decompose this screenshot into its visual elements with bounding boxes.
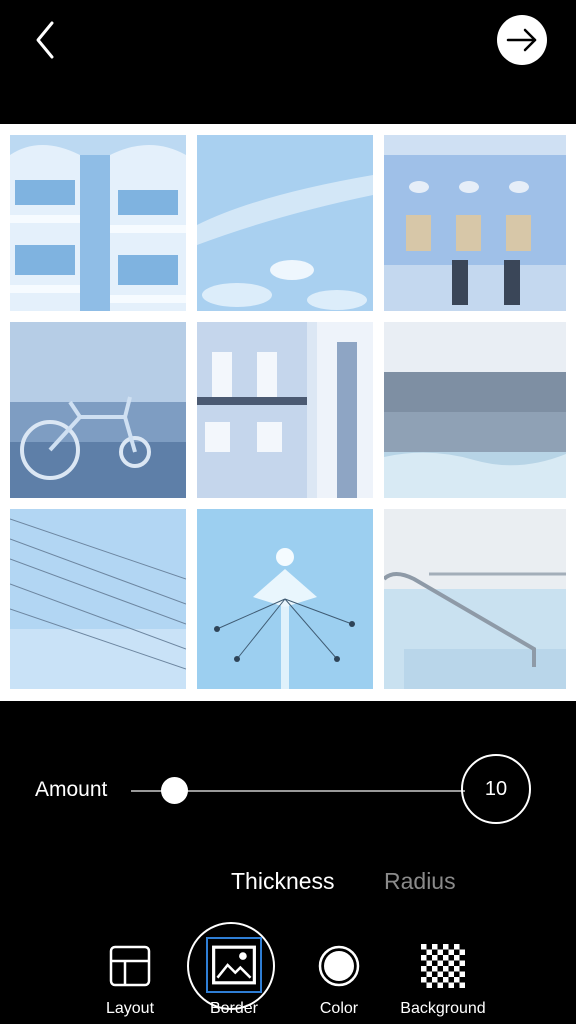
arrow-right-icon (506, 28, 537, 52)
collage-photo-facade[interactable] (384, 135, 566, 311)
amount-value-badge: 10 (461, 754, 531, 824)
back-button[interactable] (28, 18, 68, 62)
toolbar-background[interactable]: Background (388, 940, 498, 1024)
collage-photo-bicycle[interactable] (10, 322, 186, 498)
amount-value: 10 (484, 777, 508, 800)
amount-slider-thumb[interactable] (160, 777, 188, 804)
collage-preview (0, 124, 576, 701)
border-subtabs: Thickness Radius (0, 868, 576, 902)
toolbar-border-label: Border (209, 1000, 259, 1017)
collage-photo-carousel[interactable] (197, 509, 373, 689)
chevron-left-icon (36, 21, 54, 59)
collage-photo-sea[interactable] (384, 322, 566, 498)
collage-photo-sky[interactable] (197, 135, 373, 311)
toolbar-color[interactable]: Color (284, 940, 394, 1024)
image-border-icon (206, 937, 262, 993)
collage-photo-interior[interactable] (197, 322, 373, 498)
checkerboard-icon (421, 944, 465, 988)
tab-radius[interactable]: Radius (384, 868, 456, 895)
toolbar-color-label: Color (319, 1000, 359, 1017)
next-button[interactable] (497, 15, 547, 65)
color-circle-icon (318, 945, 360, 987)
collage-photo-balconies[interactable] (10, 135, 186, 311)
amount-label: Amount (35, 778, 108, 801)
toolbar-background-label: Background (400, 1000, 486, 1017)
layout-icon (109, 945, 151, 987)
tab-thickness[interactable]: Thickness (231, 868, 335, 895)
collage-photo-powerlines[interactable] (10, 509, 186, 689)
toolbar-border[interactable]: Border (179, 937, 289, 1024)
collage-photo-pool[interactable] (384, 509, 566, 689)
toolbar-layout-label: Layout (105, 1000, 155, 1017)
toolbar-layout[interactable]: Layout (75, 940, 185, 1024)
